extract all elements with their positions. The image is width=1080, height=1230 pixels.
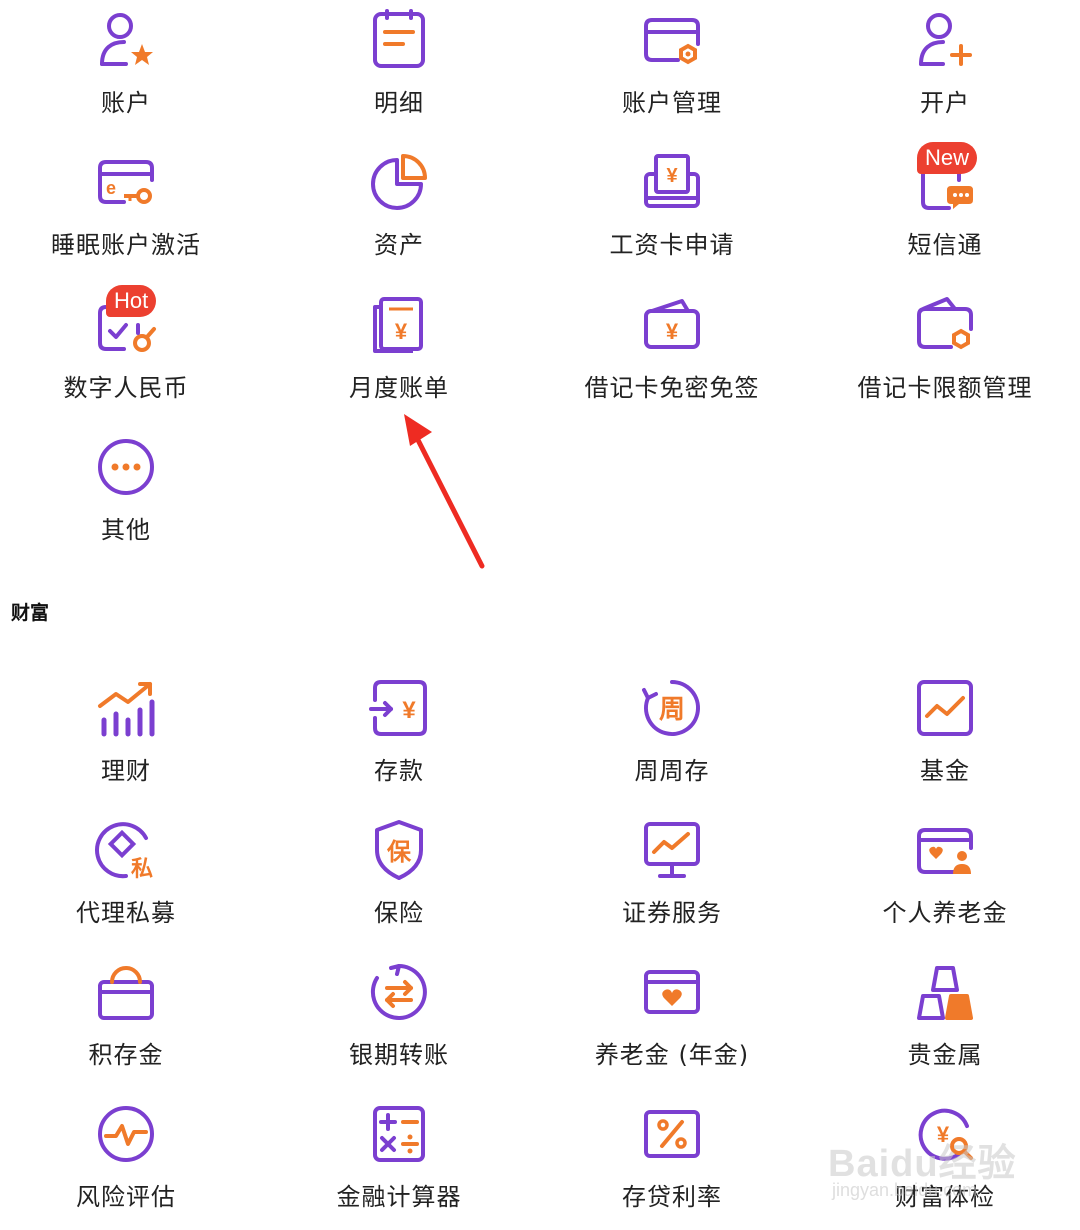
hot-badge: Hot [106,285,157,317]
grid-item-label: 短信通 [907,231,983,259]
svg-text:¥: ¥ [666,319,679,344]
grid-item-label: 金融计算器 [336,1183,462,1211]
private-glyph: 私 [131,857,153,882]
fund-icon [917,680,973,736]
grid-item-label: 证券服务 [622,899,722,927]
grid-item-label: 保险 [374,899,424,927]
calculator-icon [373,1106,425,1162]
user-star-icon [100,13,153,66]
grid-item-label: 月度账单 [349,374,449,402]
grid-item-digital-rmb[interactable]: Hot 数字人民币 [26,285,226,421]
annuity-card-icon [644,970,700,1014]
grid-item-label: 积存金 [88,1041,164,1069]
grid-item-label: 开户 [920,89,970,117]
grid-item-account[interactable]: 账户 [26,6,226,136]
card-settings-icon [644,18,700,65]
grid-item-annuity[interactable]: 养老金 (年金) [572,958,772,1088]
grid-item-debit-limit[interactable]: 借记卡限额管理 [845,291,1045,421]
grid-item-gold-accumulation[interactable]: 积存金 [26,958,226,1088]
weekly-deposit-icon: 周 [642,680,700,736]
grid-item-account-management[interactable]: 账户管理 [572,6,772,136]
svg-text:¥: ¥ [937,1122,950,1147]
securities-monitor-icon [644,822,700,878]
grid-item-label: 周周存 [634,757,710,785]
grid-item-label: 基金 [920,757,970,785]
grid-item-label: 明细 [374,89,424,117]
svg-text:¥: ¥ [395,319,408,344]
grid-item-insurance[interactable]: 保 保险 [299,816,499,946]
transfer-icon [370,964,427,1020]
pension-card-icon [917,828,973,874]
interest-rate-icon [644,1110,700,1158]
grid-item-label: 代理私募 [76,899,176,927]
user-add-icon [919,13,972,66]
grid-item-details[interactable]: 明细 [299,6,499,136]
grid-item-label: 理财 [101,757,151,785]
grid-item-label: 资产 [374,231,424,259]
grid-item-assets[interactable]: 资产 [299,148,499,278]
grid-item-label: 账户管理 [622,89,722,117]
grid-item-wealth-management[interactable]: 理财 [26,674,226,804]
grid-item-label: 借记卡免密免签 [584,374,760,402]
wallet-limit-icon [917,297,973,350]
grid-item-dormant-activation[interactable]: e 睡眠账户激活 [26,148,226,278]
grid-item-label: 借记卡限额管理 [857,374,1033,402]
grid-item-deposit[interactable]: ¥ 存款 [299,674,499,804]
insurance-glyph: 保 [386,838,412,866]
grid-item-label: 工资卡申请 [609,231,735,259]
grid-item-label: 养老金 (年金) [594,1041,750,1069]
grid-item-salary-card[interactable]: ¥ 工资卡申请 [572,148,772,278]
grid-item-bank-futures-transfer[interactable]: 银期转账 [299,958,499,1088]
grid-item-label: 存款 [374,757,424,785]
private-fund-icon: 私 [95,822,153,882]
grid-item-debit-password-free[interactable]: ¥ 借记卡免密免签 [572,291,772,421]
grid-item-precious-metals[interactable]: 贵金属 [845,958,1045,1088]
grid-item-others[interactable]: 其他 [26,433,226,563]
grid-item-label: 数字人民币 [63,374,189,402]
svg-text:e: e [106,178,116,198]
grid-item-label: 个人养老金 [882,899,1008,927]
grid-item-label: 其他 [101,516,151,544]
growth-chart-icon [98,682,155,737]
grid-item-weekly-deposit[interactable]: 周 周周存 [572,674,772,804]
pie-chart-icon [371,154,427,210]
grid-item-label: 银期转账 [349,1041,449,1069]
grid-item-label: 财富体检 [895,1183,995,1211]
deposit-icon: ¥ [369,680,427,736]
details-icon [373,9,425,68]
grid-item-sms-service[interactable]: New 短信通 [845,142,1045,278]
grid-item-financial-calculator[interactable]: 金融计算器 [299,1100,499,1230]
grid-item-risk-assessment[interactable]: 风险评估 [26,1100,226,1230]
grid-item-label: 贵金属 [907,1041,983,1069]
section-title-wealth: 财富 [11,602,50,624]
grid-item-label: 睡眠账户激活 [51,231,201,259]
grid-item-label: 账户 [101,89,151,117]
debit-card-wallet-icon: ¥ [644,299,700,349]
grid-item-interest-rates[interactable]: 存贷利率 [572,1100,772,1230]
weekly-glyph: 周 [659,695,685,725]
monthly-bill-icon: ¥ [373,297,423,353]
salary-card-icon: ¥ [644,154,700,208]
svg-text:¥: ¥ [666,165,678,187]
grid-item-fund[interactable]: 基金 [845,674,1045,804]
risk-pulse-icon [98,1106,154,1162]
grid-item-personal-pension[interactable]: 个人养老金 [845,816,1045,946]
grid-item-label: 存贷利率 [622,1183,722,1211]
grid-item-open-account[interactable]: 开户 [845,6,1045,136]
grid-item-securities[interactable]: 证券服务 [572,816,772,946]
insurance-shield-icon: 保 [375,820,423,880]
gold-bars-icon [917,966,973,1020]
more-icon [98,439,154,495]
new-badge: New [917,142,978,174]
card-key-icon: e [98,160,154,204]
grid-item-wealth-checkup[interactable]: ¥ 财富体检 [845,1100,1045,1230]
grid-item-label: 风险评估 [76,1183,176,1211]
grid-item-monthly-bill[interactable]: ¥ 月度账单 [299,291,499,421]
grid-item-private-fund[interactable]: 私 代理私募 [26,816,226,946]
svg-text:¥: ¥ [402,697,416,724]
gold-bag-icon [98,966,154,1020]
wealth-check-icon: ¥ [918,1108,973,1161]
